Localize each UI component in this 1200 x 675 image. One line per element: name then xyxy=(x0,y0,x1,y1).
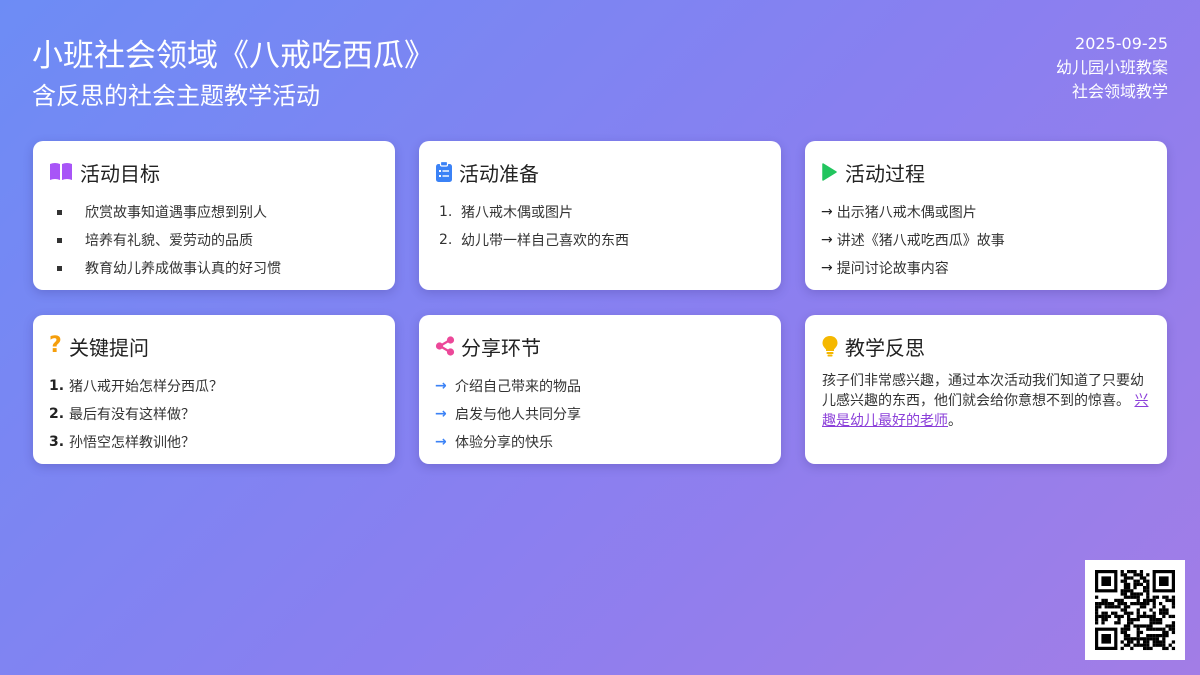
list-item: → 提问讨论故事内容 xyxy=(821,260,949,277)
list-item: → 启发与他人共同分享 xyxy=(435,406,581,423)
arrow-right-icon: → xyxy=(435,434,447,450)
process-card: 活动过程 → 出示猪八戒木偶或图片 → 讲述《猪八戒吃西瓜》故事 → 提问讨论故事内容 xyxy=(805,141,1167,290)
reflection-text: 孩子们非常感兴趣，通过本次活动我们知道了只要幼儿感兴趣的东西，他们就会给你意想不… xyxy=(822,373,1149,429)
list-item: 1. 猪八戒开始怎样分西瓜？ xyxy=(49,378,223,395)
prep-card: 活动准备 1. 猪八戒木偶或图片 2. 幼儿带一样自己喜欢的东西 xyxy=(419,141,781,290)
process-title: 活动过程 xyxy=(845,161,925,186)
meta-domain: 社会领域教学 xyxy=(1071,82,1168,101)
list-item: 教育幼儿养成做事认真的好习惯 xyxy=(49,254,381,282)
list-item: 欣赏故事知道遇事应想到别人 xyxy=(49,198,381,226)
goals-title: 活动目标 xyxy=(80,161,160,186)
prep-title: 活动准备 xyxy=(459,161,539,186)
reflection-title: 教学反思 xyxy=(845,335,925,360)
share-icon xyxy=(435,336,461,356)
qr-code xyxy=(1085,560,1185,660)
share-title: 分享环节 xyxy=(461,335,541,360)
list-item: → 讲述《猪八戒吃西瓜》故事 xyxy=(821,232,1005,249)
list-item: 1. 猪八戒木偶或图片 xyxy=(439,204,573,221)
share-card: 分享环节 → 介绍自己带来的物品 → 启发与他人共同分享 → 体验分享的快乐 xyxy=(419,315,781,464)
list-item: → 介绍自己带来的物品 xyxy=(435,378,581,395)
list-item: 培养有礼貌、爱劳动的品质 xyxy=(49,226,381,254)
questions-title: 关键提问 xyxy=(69,335,149,360)
book-icon xyxy=(49,162,75,182)
page-subtitle: 含反思的社会主题教学活动 xyxy=(32,82,320,110)
list-item: → 体验分享的快乐 xyxy=(435,434,553,451)
list-item: 2. 最后有没有这样做？ xyxy=(49,406,195,423)
reflection-card: 教学反思 孩子们非常感兴趣，通过本次活动我们知道了只要幼儿感兴趣的东西，他们就会… xyxy=(805,315,1167,464)
date-label: 2025-09-25 xyxy=(1075,34,1168,53)
questions-card: ? 关键提问 1. 猪八戒开始怎样分西瓜？ 2. 最后有没有这样做？ 3. 孙悟空怎样… xyxy=(33,315,395,464)
bulb-icon xyxy=(821,335,847,357)
header: 小班社会领域《八戒吃西瓜》 含反思的社会主题教学活动 2025-09-25 幼儿… xyxy=(32,28,1168,118)
meta-category: 幼儿园小班教案 xyxy=(1055,58,1168,77)
play-icon xyxy=(821,163,847,181)
list-item: 3. 孙悟空怎样教训他？ xyxy=(49,434,195,451)
question-icon: ? xyxy=(49,333,62,358)
meta-info: 2025-09-25 幼儿园小班教案 社会领域教学 xyxy=(1056,32,1168,104)
arrow-right-icon: → xyxy=(435,378,447,394)
arrow-right-icon: → xyxy=(435,406,447,422)
clipboard-icon xyxy=(435,161,461,183)
list-item: 2. 幼儿带一样自己喜欢的东西 xyxy=(439,232,629,249)
list-item: → 出示猪八戒木偶或图片 xyxy=(821,204,977,221)
goals-card: 活动目标 欣赏故事知道遇事应想到别人 培养有礼貌、爱劳动的品质 教育幼儿养成做事… xyxy=(33,141,395,290)
page-title: 小班社会领域《八戒吃西瓜》 xyxy=(32,38,435,74)
